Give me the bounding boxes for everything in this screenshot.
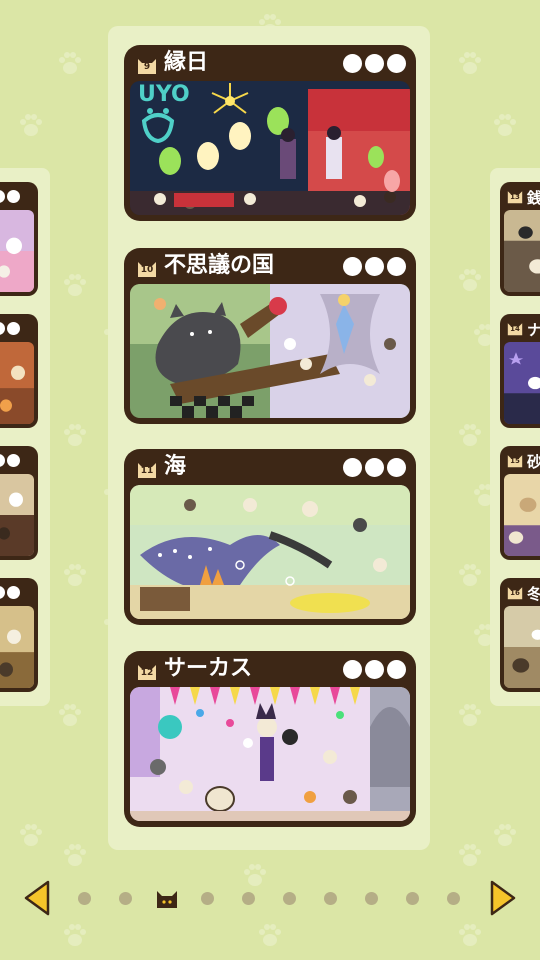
stage-title: 銭 [527, 189, 540, 207]
paw-print-icon [455, 840, 485, 870]
stage-title: 冬 [527, 585, 540, 603]
page-dot[interactable] [365, 892, 378, 905]
svg-text:UYO: UYO [138, 82, 190, 107]
star-progress [343, 660, 406, 679]
next-page-stage-card-13[interactable]: 13 銭 [500, 182, 540, 296]
stage-title: 海 [164, 454, 187, 479]
stage-thumbnail-circus [130, 687, 410, 821]
page-dot[interactable] [447, 892, 460, 905]
star-progress [343, 458, 406, 477]
next-page-stage-card-16[interactable]: 16 冬 [500, 578, 540, 692]
next-page-arrow-icon[interactable] [488, 880, 518, 916]
paw-print-icon [60, 270, 90, 300]
stage-thumbnail-wonderland [130, 284, 410, 418]
stage-title: 砂 [527, 453, 540, 471]
paw-print-icon [60, 920, 90, 950]
paw-print-icon [16, 820, 46, 850]
stage-card-9[interactable]: 9 縁日 UYO [124, 45, 416, 221]
page-dot[interactable] [283, 892, 296, 905]
paw-print-icon [455, 420, 485, 450]
page-dot[interactable] [119, 892, 132, 905]
stage-card-12[interactable]: 12 サーカス [124, 651, 416, 827]
page-dot[interactable] [78, 892, 91, 905]
paw-print-icon [60, 420, 90, 450]
paw-print-icon [55, 48, 85, 78]
paw-print-icon [455, 48, 485, 78]
prev-page-stage-card-3[interactable] [0, 446, 38, 560]
star-progress [343, 54, 406, 73]
prev-page-stage-card-1[interactable] [0, 182, 38, 296]
paw-print-icon [455, 700, 485, 730]
cat-head-icon: 11 [136, 459, 158, 479]
next-page-stage-card-15[interactable]: 15 砂 [500, 446, 540, 560]
page-dot[interactable] [201, 892, 214, 905]
next-page-stage-card-14[interactable]: 14 ナ [500, 314, 540, 428]
stage-card-10[interactable]: 10 不思議の国 [124, 248, 416, 424]
paw-print-icon [455, 265, 485, 295]
prev-page-stage-card-2[interactable] [0, 314, 38, 428]
page-indicator [70, 888, 470, 908]
stage-card-11[interactable]: 11 海 [124, 449, 416, 625]
paw-print-icon [255, 920, 285, 950]
paw-print-icon [240, 860, 270, 890]
paw-print-icon [490, 820, 520, 850]
paw-print-icon [55, 700, 85, 730]
paw-print-icon [60, 560, 90, 590]
stage-title: ナ [527, 321, 540, 339]
paw-print-icon [490, 110, 520, 140]
paw-print-icon [455, 560, 485, 590]
page-dot[interactable] [242, 892, 255, 905]
paw-print-icon [16, 110, 46, 140]
stage-thumbnail-sea [130, 485, 410, 619]
paw-print-icon [455, 920, 485, 950]
cat-head-icon: 9 [136, 55, 158, 75]
current-page-cat-icon [155, 888, 179, 910]
paw-print-icon [60, 840, 90, 870]
page-dot[interactable] [406, 892, 419, 905]
cat-head-icon: 10 [136, 258, 158, 278]
page-dot[interactable] [324, 892, 337, 905]
stage-title: 不思議の国 [164, 253, 275, 278]
cat-head-icon: 12 [136, 661, 158, 681]
stage-title: 縁日 [164, 50, 209, 75]
stage-title: サーカス [164, 656, 253, 681]
star-progress [343, 257, 406, 276]
prev-page-arrow-icon[interactable] [22, 880, 52, 916]
prev-page-stage-card-4[interactable] [0, 578, 38, 692]
stage-thumbnail-festival: UYO [130, 81, 410, 215]
